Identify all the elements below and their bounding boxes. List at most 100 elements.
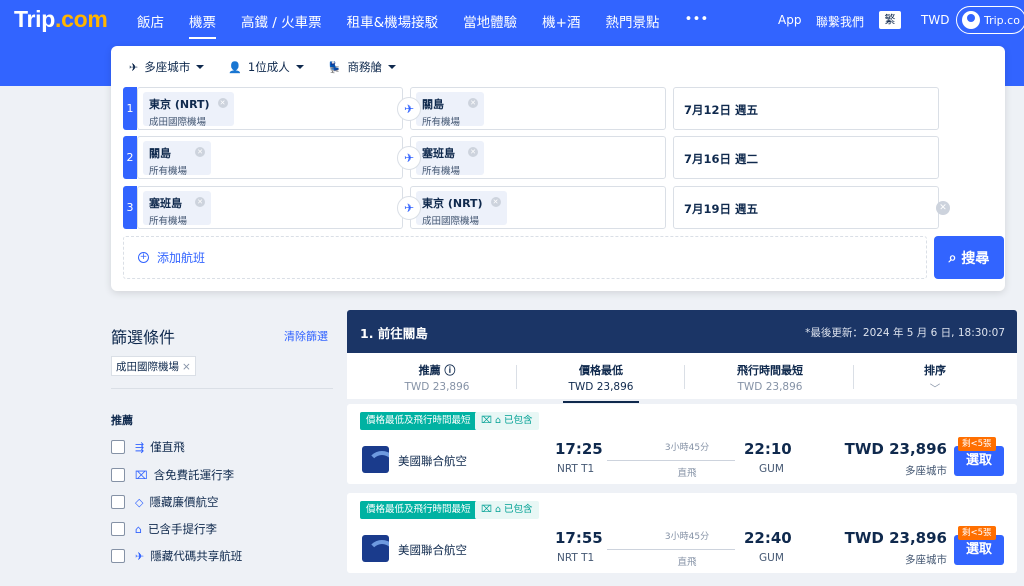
- remove-leg-icon[interactable]: ✕: [936, 201, 950, 215]
- nav-trains[interactable]: 高鐵 / 火車票: [241, 11, 322, 31]
- flight-result-card[interactable]: 價格最低及飛行時間最短 ⌧ ⌂ 已包含 美國聯合航空 17:25 NRT T1 …: [347, 404, 1017, 484]
- account-button[interactable]: Trip.co: [956, 6, 1024, 34]
- flight-price: TWD 23,896: [844, 440, 947, 458]
- passengers-dropdown[interactable]: 👤 1位成人: [228, 59, 304, 75]
- leg-number: 2: [123, 136, 137, 179]
- logo-text: Trip: [14, 6, 55, 32]
- leg-number: 1: [123, 87, 137, 130]
- origin-field[interactable]: 關島所有機場 ✕: [137, 136, 403, 179]
- tag-icon: ◇: [135, 495, 144, 509]
- results-header: 1. 前往關島 *最後更新：2024 年 5 月 6 日, 18:30:07: [347, 310, 1017, 353]
- sort-divider: [853, 365, 854, 389]
- account-label: Trip.co: [984, 13, 1020, 27]
- arrival-airport: GUM: [759, 463, 784, 475]
- plane-icon: ✈: [129, 60, 139, 74]
- remove-icon[interactable]: ✕: [468, 98, 479, 108]
- date-field[interactable]: 7月12日 週五: [673, 87, 939, 130]
- nav-more[interactable]: •••: [684, 11, 708, 31]
- baggage-included-tag: ⌧ ⌂ 已包含: [475, 501, 539, 519]
- nav-experiences[interactable]: 當地體驗: [463, 11, 517, 31]
- language-selector[interactable]: 繁: [879, 11, 901, 29]
- nav-flight-hotel[interactable]: 機+酒: [542, 11, 580, 31]
- united-airlines-logo: [362, 446, 389, 473]
- destination-field[interactable]: 塞班島 所有機場 ✕: [410, 136, 666, 179]
- destination-airport: 所有機場: [422, 166, 461, 177]
- origin-city: 東京 (NRT): [149, 98, 210, 111]
- checkbox[interactable]: [111, 522, 125, 536]
- checkbox[interactable]: [111, 468, 125, 482]
- sort-more[interactable]: 排序 ﹀: [875, 362, 995, 396]
- sort-recommended[interactable]: 推薦 ⓘ TWD 23,896: [377, 362, 497, 393]
- contact-link[interactable]: 聯繫我們: [816, 13, 864, 30]
- destination-city: 東京 (NRT): [422, 197, 483, 210]
- filter-checked-baggage[interactable]: ⌧ 含免費託運行李: [111, 467, 234, 483]
- origin-city: 關島: [149, 147, 171, 160]
- nav-car-rental[interactable]: 租車&機場接駁: [347, 11, 439, 31]
- date-field[interactable]: 7月16日 週二: [673, 136, 939, 179]
- filter-carry-on[interactable]: ⌂ 已含手提行李: [111, 521, 217, 537]
- cabin-label: 商務艙: [347, 60, 382, 74]
- sort-cheapest[interactable]: 價格最低 TWD 23,896: [541, 362, 661, 403]
- remove-icon[interactable]: ✕: [195, 147, 206, 157]
- sort-label: 價格最低: [579, 364, 623, 377]
- direct-flight-icon: ⇶: [135, 440, 145, 454]
- search-button[interactable]: ⌕ 搜尋: [934, 236, 1004, 279]
- main-nav: 飯店 機票 高鐵 / 火車票 租車&機場接駁 當地體驗 機+酒 熱門景點 •••: [137, 11, 733, 39]
- swap-plane-icon[interactable]: ✈: [397, 196, 421, 220]
- date-field[interactable]: 7月19日 週五: [673, 186, 939, 229]
- stops-info: 直飛: [677, 557, 697, 568]
- flight-result-card[interactable]: 價格最低及飛行時間最短 ⌧ ⌂ 已包含 美國聯合航空 17:55 NRT T1 …: [347, 493, 1017, 573]
- origin-field[interactable]: 塞班島 所有機場 ✕: [137, 186, 403, 229]
- included-label: 已包含: [504, 504, 533, 515]
- clear-filters-link[interactable]: 清除篩選: [284, 328, 328, 344]
- remove-icon[interactable]: ✕: [195, 197, 206, 207]
- trip-type-dropdown[interactable]: ✈ 多座城市: [129, 59, 205, 75]
- origin-field[interactable]: 東京 (NRT) 成田國際機場 ✕: [137, 87, 403, 130]
- origin-airport: 成田國際機場: [149, 117, 207, 128]
- app-link[interactable]: App: [778, 13, 801, 27]
- sort-price: TWD 23,896: [737, 381, 803, 393]
- origin-city: 塞班島: [149, 197, 182, 210]
- user-avatar-icon: [962, 11, 980, 29]
- origin-airport: 所有機場: [149, 166, 188, 177]
- destination-airport: 所有機場: [422, 117, 461, 128]
- seats-left-badge: 剩<5張: [958, 437, 996, 451]
- filter-label: 隱藏代碼共享航班: [150, 549, 243, 563]
- filter-hide-codeshare[interactable]: ✈ 隱藏代碼共享航班: [111, 548, 242, 564]
- remove-icon[interactable]: ✕: [217, 98, 228, 108]
- flight-search-card: ✈ 多座城市 👤 1位成人 💺 商務艙 1 東京 (NRT) 成田國際機場 ✕ ✈ 關島所…: [111, 46, 1005, 291]
- last-updated: *最後更新：2024 年 5 月 6 日, 18:30:07: [805, 327, 1005, 339]
- swap-plane-icon[interactable]: ✈: [397, 97, 421, 121]
- checkbox[interactable]: [111, 440, 125, 454]
- person-icon: 👤: [228, 60, 242, 74]
- nav-attractions[interactable]: 熱門景點: [605, 11, 659, 31]
- swap-plane-icon[interactable]: ✈: [397, 146, 421, 170]
- active-filter-tag[interactable]: 成田國際機場 ×: [111, 356, 196, 376]
- trip-logo[interactable]: Trip.com: [14, 6, 108, 33]
- nav-hotels[interactable]: 飯店: [137, 11, 164, 31]
- currency-selector[interactable]: TWD: [921, 13, 949, 27]
- search-options: ✈ 多座城市 👤 1位成人 💺 商務艙: [129, 59, 420, 75]
- remove-icon[interactable]: ✕: [490, 197, 501, 207]
- filter-hide-budget[interactable]: ◇ 隱藏廉價航空: [111, 494, 218, 510]
- checkbox[interactable]: [111, 549, 125, 563]
- destination-chip: 關島 所有機場 ✕: [416, 92, 485, 128]
- add-flight-button[interactable]: + 添加航班: [123, 236, 927, 279]
- cabin-dropdown[interactable]: 💺 商務艙: [328, 59, 396, 75]
- included-label: 已包含: [504, 415, 533, 426]
- checkbox[interactable]: [111, 495, 125, 509]
- date-value: 7月19日 週五: [684, 202, 759, 216]
- airline-name: 美國聯合航空: [398, 454, 467, 468]
- close-icon[interactable]: ×: [182, 361, 191, 373]
- filter-nonstop[interactable]: ⇶ 僅直飛: [111, 439, 185, 455]
- flight-price: TWD 23,896: [844, 529, 947, 547]
- leg-title: 1. 前往關島: [360, 326, 428, 341]
- add-flight-label: 添加航班: [157, 251, 206, 265]
- destination-field[interactable]: 東京 (NRT) 成田國際機場 ✕: [410, 186, 666, 229]
- destination-field[interactable]: 關島 所有機場 ✕: [410, 87, 666, 130]
- departure-time: 17:25: [555, 440, 603, 458]
- sort-fastest[interactable]: 飛行時間最短 TWD 23,896: [710, 362, 830, 393]
- nav-flights[interactable]: 機票: [189, 11, 216, 39]
- remove-icon[interactable]: ✕: [468, 147, 479, 157]
- sort-price: TWD 23,896: [568, 381, 634, 393]
